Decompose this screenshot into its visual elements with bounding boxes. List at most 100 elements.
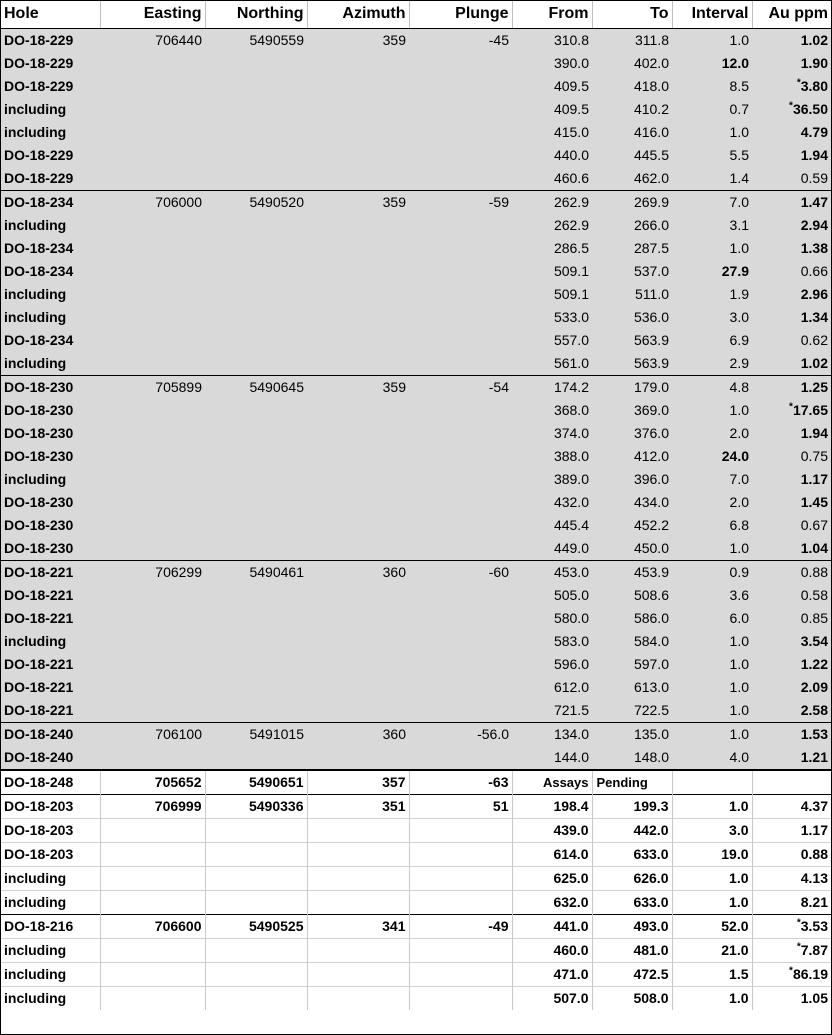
column-header-hole[interactable]: Hole (0, 0, 101, 29)
column-header-easting[interactable]: Easting (100, 0, 206, 29)
cell-plunge[interactable] (409, 167, 512, 191)
cell-from[interactable]: 612.0 (512, 676, 592, 699)
cell-azimuth[interactable]: 359 (307, 190, 409, 214)
cell-interval[interactable]: 24.0 (672, 445, 752, 468)
cell-azimuth[interactable] (307, 866, 410, 891)
cell-hole[interactable]: DO-18-203 (0, 794, 101, 819)
table-row[interactable]: DO-18-230 368.0 369.0 1.0 *17.65 (0, 399, 831, 422)
cell-azimuth[interactable] (307, 962, 410, 987)
cell-hole[interactable]: including (0, 986, 101, 1010)
table-row[interactable]: including 509.1 511.0 1.9 2.96 (0, 283, 831, 306)
cell-northing[interactable]: 5490651 (205, 769, 308, 795)
cell-to[interactable]: 410.2 (592, 98, 672, 121)
cell-northing[interactable]: 5490559 (205, 28, 307, 52)
cell-from[interactable]: 445.4 (512, 514, 592, 537)
table-row[interactable]: DO-18-229 390.0 402.0 12.0 1.90 (0, 52, 831, 75)
cell-interval[interactable]: 2.9 (672, 352, 752, 376)
cell-au-ppm[interactable]: 1.17 (752, 818, 831, 843)
cell-au-ppm[interactable]: 1.22 (752, 653, 831, 676)
cell-plunge[interactable]: -49 (409, 914, 513, 939)
cell-northing[interactable] (205, 699, 307, 723)
cell-to[interactable]: 462.0 (592, 167, 672, 191)
cell-plunge[interactable] (409, 607, 512, 630)
cell-interval[interactable]: 4.8 (672, 375, 752, 399)
table-row[interactable]: DO-18-230 449.0 450.0 1.0 1.04 (0, 537, 831, 561)
cell-hole[interactable]: including (0, 283, 100, 306)
cell-au-ppm[interactable]: 1.04 (752, 537, 831, 561)
cell-interval[interactable]: 1.0 (672, 399, 752, 422)
cell-northing[interactable]: 5490525 (205, 914, 308, 939)
cell-to[interactable]: 376.0 (592, 422, 672, 445)
cell-from[interactable]: 389.0 (512, 468, 592, 491)
table-row[interactable]: DO-18-234 706000 5490520 359 -59 262.9 269.9 7.… (0, 190, 831, 214)
cell-interval[interactable]: 1.0 (672, 537, 752, 561)
table-row[interactable]: including 533.0 536.0 3.0 1.34 (0, 306, 831, 329)
cell-azimuth[interactable] (307, 653, 409, 676)
table-row[interactable]: DO-18-203 614.0 633.0 19.0 0.88 (0, 842, 831, 867)
cell-easting[interactable]: 705652 (100, 769, 206, 795)
cell-azimuth[interactable] (307, 746, 409, 770)
cell-hole[interactable]: DO-18-230 (0, 537, 100, 561)
column-header-interval[interactable]: Interval (672, 0, 753, 29)
cell-from[interactable]: 198.4 (512, 794, 593, 819)
cell-hole[interactable]: DO-18-234 (0, 237, 100, 260)
cell-northing[interactable] (205, 842, 308, 867)
cell-azimuth[interactable] (307, 842, 410, 867)
cell-to[interactable]: 493.0 (592, 914, 673, 939)
cell-au-ppm[interactable]: 0.58 (752, 584, 831, 607)
cell-au-ppm[interactable]: *3.53 (752, 914, 831, 939)
cell-from[interactable]: 721.5 (512, 699, 592, 723)
cell-to[interactable]: 508.6 (592, 584, 672, 607)
cell-hole[interactable]: DO-18-203 (0, 842, 101, 867)
cell-azimuth[interactable] (307, 445, 409, 468)
cell-azimuth[interactable]: 360 (307, 722, 409, 746)
cell-easting[interactable] (100, 630, 205, 653)
cell-northing[interactable] (205, 98, 307, 121)
cell-hole[interactable]: DO-18-221 (0, 676, 100, 699)
cell-au-ppm[interactable]: 1.94 (752, 422, 831, 445)
column-header-azimuth[interactable]: Azimuth (307, 0, 410, 29)
cell-interval[interactable]: 27.9 (672, 260, 752, 283)
cell-interval[interactable]: 7.0 (672, 190, 752, 214)
cell-easting[interactable] (100, 75, 205, 98)
cell-plunge[interactable] (409, 818, 513, 843)
cell-au-ppm[interactable]: 0.66 (752, 260, 831, 283)
cell-au-ppm[interactable]: 1.02 (752, 352, 831, 376)
cell-from[interactable]: Assays (512, 769, 593, 795)
cell-easting[interactable] (100, 866, 206, 891)
cell-interval[interactable]: 1.0 (672, 866, 753, 891)
cell-easting[interactable] (100, 986, 206, 1010)
cell-northing[interactable] (205, 329, 307, 352)
cell-from[interactable]: 432.0 (512, 491, 592, 514)
cell-easting[interactable]: 706299 (100, 560, 205, 584)
cell-interval[interactable]: 1.0 (672, 630, 752, 653)
cell-azimuth[interactable] (307, 938, 410, 963)
cell-northing[interactable] (205, 938, 308, 963)
cell-northing[interactable] (205, 962, 308, 987)
table-row[interactable]: DO-18-221 596.0 597.0 1.0 1.22 (0, 653, 831, 676)
cell-interval[interactable]: 6.9 (672, 329, 752, 352)
table-row[interactable]: DO-18-230 388.0 412.0 24.0 0.75 (0, 445, 831, 468)
cell-hole[interactable]: DO-18-240 (0, 722, 100, 746)
cell-easting[interactable] (100, 938, 206, 963)
column-header-plunge[interactable]: Plunge (409, 0, 513, 29)
cell-northing[interactable] (205, 986, 308, 1010)
cell-interval[interactable]: 3.0 (672, 818, 753, 843)
cell-azimuth[interactable] (307, 399, 409, 422)
cell-easting[interactable] (100, 306, 205, 329)
cell-to[interactable]: 269.9 (592, 190, 672, 214)
cell-hole[interactable]: DO-18-229 (0, 52, 100, 75)
cell-interval[interactable]: 1.0 (672, 28, 752, 52)
cell-easting[interactable] (100, 514, 205, 537)
cell-to[interactable]: 453.9 (592, 560, 672, 584)
cell-northing[interactable] (205, 260, 307, 283)
table-row[interactable]: DO-18-229 460.6 462.0 1.4 0.59 (0, 167, 831, 191)
cell-hole[interactable]: DO-18-221 (0, 584, 100, 607)
column-header-to[interactable]: To (592, 0, 673, 29)
cell-au-ppm[interactable]: 1.25 (752, 375, 831, 399)
cell-northing[interactable] (205, 468, 307, 491)
cell-hole[interactable]: DO-18-230 (0, 445, 100, 468)
cell-northing[interactable] (205, 584, 307, 607)
cell-from[interactable]: 388.0 (512, 445, 592, 468)
cell-plunge[interactable] (409, 306, 512, 329)
